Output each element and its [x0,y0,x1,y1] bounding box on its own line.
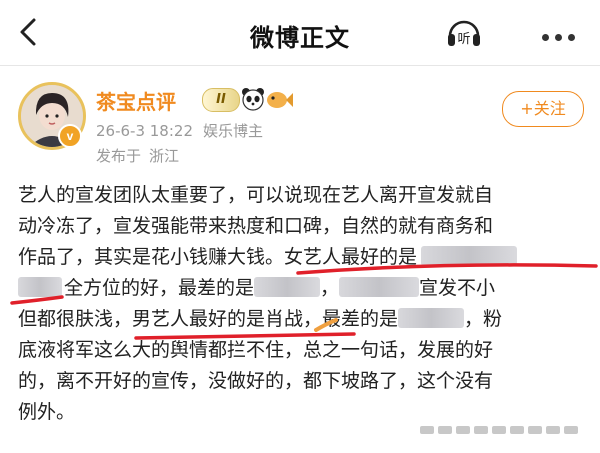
post-text: 全方位的好，最差的是 [64,277,255,299]
post-line: 动冷冻了，宣发强能带来热度和口碑，自然的就有商务和 [18,211,590,242]
page-title: 微博正文 [250,24,350,52]
blurred-name [421,246,518,266]
post-text: 底液将军这么大的舆情都拦不住，总之一句话，发展的好 [18,339,494,361]
location-value: 浙江 [149,147,180,165]
post-text: 艺人的宣发团队太重要了，可以说现在艺人离开宣发就自 [18,184,494,206]
vip-level-badge[interactable]: II [202,88,240,112]
author-name[interactable]: 茶宝点评 [96,86,176,115]
blurred-name [254,277,321,297]
fish-badge-icon [267,92,293,108]
blurred-name [398,308,465,328]
post-text: 作品了，其实是花小钱赚大钱。女艺人最好的是 [18,246,418,268]
post-meta: 26-6-3 18:22 娱乐博主 [96,120,263,141]
post-line: 的，离不开好的宣传，没做好的，都下坡路了，这个没有 [18,366,590,397]
post-line: 艺人的宣发团队太重要了，可以说现在艺人离开宣发就自 [18,180,590,211]
post-time: 26-6-3 18:22 [96,122,193,140]
more-options-icon[interactable] [542,26,586,41]
post-text: 的，离不开好的宣传，没做好的，都下坡路了，这个没有 [18,370,494,392]
post-line: 作品了，其实是花小钱赚大钱。女艺人最好的是 [18,242,590,273]
listen-headphones-icon[interactable]: 听 [444,12,484,52]
post-text: ，粉 [464,308,503,330]
verified-badge: v [58,124,82,148]
post-line: 全方位的好，最差的是 ， 宣发不小 [18,273,590,304]
highlighted-text: 男艺人最好的是肖战 [132,308,304,330]
posted-from-label: 发布于 [96,147,142,165]
top-bar: 微博正文 听 [0,0,600,66]
post-line: 但都很肤浅，男艺人最好的是肖战，最差的是 ，粉 [18,304,590,335]
blurred-name [18,277,62,297]
author-tag: 娱乐博主 [203,122,264,140]
post-text: 但都很肤浅， [18,308,133,330]
panda-badge-icon [242,88,264,111]
listen-label: 听 [457,32,470,47]
post-location: 发布于 浙江 [96,145,179,166]
post-line: 底液将军这么大的舆情都拦不住，总之一句话，发展的好 [18,335,590,366]
post-text: ，最差的是 [303,308,399,330]
header-divider [0,65,600,66]
watermark-icon [420,426,578,434]
blurred-name [339,277,420,297]
post-text: 动冷冻了，宣发强能带来热度和口碑，自然的就有商务和 [18,215,494,237]
post-text: ， [320,277,340,299]
post-body: 艺人的宣发团队太重要了，可以说现在艺人离开宣发就自 动冷冻了，宣发强能带来热度和… [18,180,590,428]
follow-button[interactable]: +关注 [502,91,584,127]
post-text: 宣发不小 [419,277,496,299]
post-text: 例外。 [18,401,76,423]
